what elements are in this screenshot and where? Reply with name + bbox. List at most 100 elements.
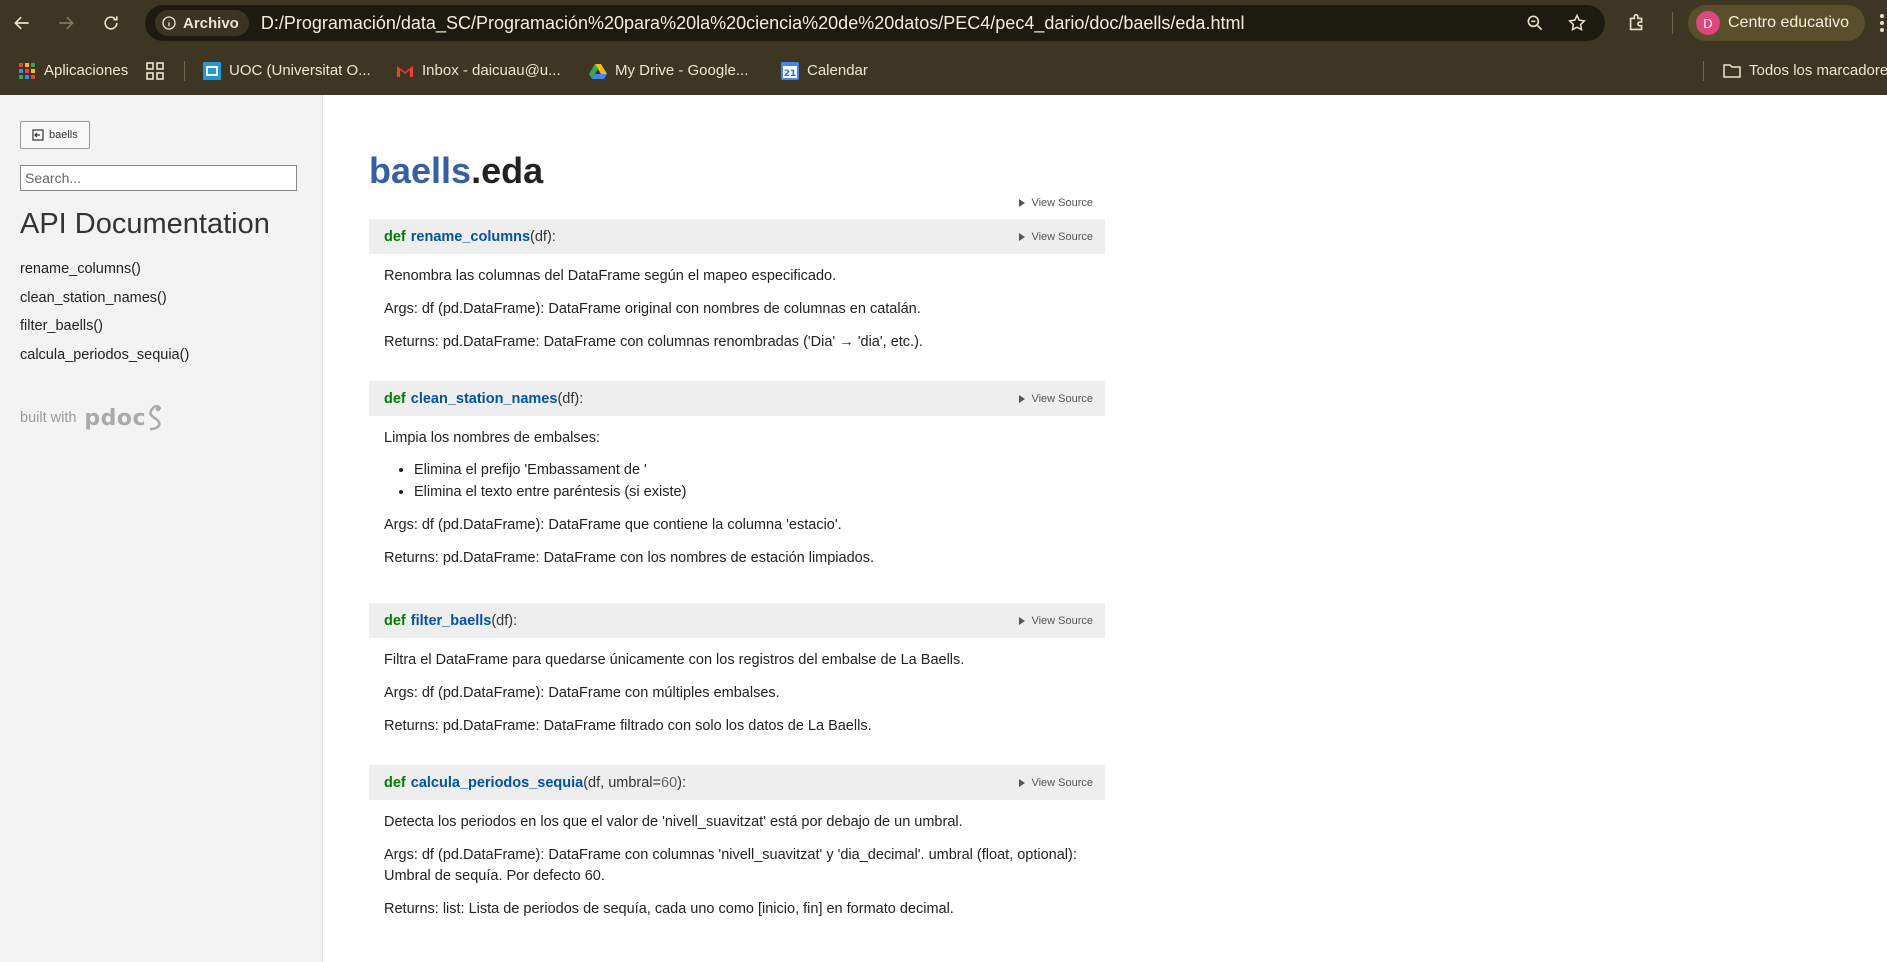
- docstring-returns: Returns: pd.DataFrame: DataFrame filtrad…: [384, 718, 872, 734]
- all-bookmarks-button[interactable]: Todos los marcadores: [1723, 46, 1887, 95]
- function-name[interactable]: calcula_periodos_sequia: [411, 775, 583, 791]
- function-calcula-periodos-sequia: def calcula_periodos_sequia (df, umbral=…: [369, 765, 1105, 920]
- api-documentation-title: API Documentation: [20, 208, 270, 240]
- docstring: Limpia los nombres de embalses: Elimina …: [369, 428, 1105, 569]
- browser-toolbar: Archivo D:/Programación/data_SC/Programa…: [0, 0, 1887, 46]
- def-keyword: def: [384, 774, 406, 791]
- params-start: (df, umbral=: [583, 774, 661, 791]
- function-name[interactable]: rename_columns: [411, 229, 530, 245]
- pdoc-logo-text: pdoc: [84, 405, 147, 431]
- bookmark-label: My Drive - Google...: [615, 62, 749, 79]
- docstring-summary: Detecta los periodos en los que el valor…: [384, 814, 963, 830]
- docstring-args: Args: df (pd.DataFrame): DataFrame con c…: [384, 847, 1077, 884]
- pdoc-logo[interactable]: pdoc: [84, 403, 166, 433]
- view-source-label: View Source: [1031, 615, 1093, 627]
- api-function-list: rename_columns() clean_station_names() f…: [20, 261, 189, 375]
- function-name[interactable]: filter_baells: [411, 613, 492, 629]
- function-rename-columns: def rename_columns (df): View Source Ren…: [369, 219, 1105, 353]
- sidebar-item-filter-baells[interactable]: filter_baells(): [20, 318, 189, 347]
- function-signature: def clean_station_names (df): View Sourc…: [369, 381, 1105, 416]
- bookmarks-bar: Aplicaciones UOC (Universitat O... Inbox…: [0, 46, 1887, 95]
- function-signature: def rename_columns (df): View Source: [369, 219, 1105, 254]
- function-filter-baells: def filter_baells (df): View Source Filt…: [369, 603, 1105, 737]
- pdoc-snake-icon: [149, 404, 162, 431]
- docstring-args: Args: df (pd.DataFrame): DataFrame que c…: [384, 517, 842, 533]
- bookmark-drive[interactable]: My Drive - Google...: [589, 46, 748, 95]
- bookmark-label: Calendar: [807, 62, 868, 79]
- uoc-icon: [203, 61, 221, 80]
- arrow-right-icon: [59, 16, 74, 30]
- view-source-toggle[interactable]: View Source: [1019, 777, 1093, 789]
- docstring: Filtra el DataFrame para quedarse únicam…: [369, 650, 1105, 737]
- triangle-right-icon: [1019, 395, 1026, 403]
- built-with-label: built with: [20, 410, 77, 426]
- def-keyword: def: [384, 390, 406, 407]
- function-clean-station-names: def clean_station_names (df): View Sourc…: [369, 381, 1105, 569]
- extensions-button[interactable]: [1622, 8, 1652, 38]
- reload-button[interactable]: [91, 3, 131, 43]
- function-params: (df):: [530, 228, 556, 245]
- def-keyword: def: [384, 228, 406, 245]
- site-info-chip[interactable]: Archivo: [155, 10, 249, 36]
- forward-button[interactable]: [46, 3, 86, 43]
- back-button[interactable]: [2, 3, 42, 43]
- def-keyword: def: [384, 612, 406, 629]
- module-view-source-toggle[interactable]: View Source: [1019, 197, 1093, 209]
- tab-grid-icon: [146, 61, 164, 80]
- list-item: Elimina el prefijo 'Embassament de ': [414, 459, 1095, 481]
- function-params: (df):: [557, 390, 584, 407]
- function-params: (df, umbral=60):: [583, 775, 686, 791]
- view-source-toggle[interactable]: View Source: [1019, 231, 1093, 243]
- tab-groups-button[interactable]: [146, 46, 164, 95]
- site-info-label: Archivo: [183, 14, 239, 32]
- bookmark-label: UOC (Universitat O...: [229, 62, 371, 79]
- docstring-returns: Returns: pd.DataFrame: DataFrame con los…: [384, 550, 874, 566]
- avatar: D: [1696, 11, 1720, 35]
- view-source-label: View Source: [1031, 393, 1093, 405]
- docstring-summary: Limpia los nombres de embalses:: [384, 430, 600, 446]
- zoom-icon[interactable]: [1525, 13, 1545, 33]
- bookmark-calendar[interactable]: 21 Calendar: [781, 46, 868, 95]
- triangle-right-icon: [1019, 233, 1026, 241]
- folder-icon: [1723, 62, 1741, 80]
- sidebar-item-rename-columns[interactable]: rename_columns(): [20, 261, 189, 290]
- sidebar-item-clean-station-names[interactable]: clean_station_names(): [20, 290, 189, 319]
- drive-icon: [589, 62, 607, 80]
- address-bar[interactable]: Archivo D:/Programación/data_SC/Programa…: [145, 5, 1605, 41]
- bookmark-uoc[interactable]: UOC (Universitat O...: [203, 46, 371, 95]
- view-source-label: View Source: [1031, 777, 1093, 789]
- toolbar-divider: [1672, 12, 1673, 34]
- calendar-icon: 21: [781, 61, 799, 80]
- docstring-bullets: Elimina el prefijo 'Embassament de ' Eli…: [414, 459, 1095, 503]
- menu-button[interactable]: [1872, 8, 1887, 38]
- docstring-returns: Returns: list: Lista de periodos de sequ…: [384, 901, 954, 917]
- sidebar: baells API Documentation rename_columns(…: [0, 95, 323, 962]
- triangle-right-icon: [1019, 617, 1026, 625]
- bookmark-label: Aplicaciones: [44, 62, 129, 79]
- bookmark-apps[interactable]: Aplicaciones: [18, 46, 128, 95]
- bookmark-inbox[interactable]: Inbox - daicuau@u...: [396, 46, 561, 95]
- reload-icon: [104, 16, 118, 30]
- module-back-icon: [32, 129, 44, 141]
- sidebar-item-calcula-periodos-sequia[interactable]: calcula_periodos_sequia(): [20, 347, 189, 376]
- arrow-left-icon: [14, 16, 29, 30]
- bookmarks-divider: [184, 61, 185, 81]
- function-name[interactable]: clean_station_names: [411, 391, 558, 407]
- docstring: Renombra las columnas del DataFrame segú…: [369, 266, 1105, 353]
- url-text[interactable]: D:/Programación/data_SC/Programación%20p…: [261, 13, 1245, 34]
- docstring-args: Args: df (pd.DataFrame): DataFrame origi…: [384, 301, 921, 317]
- view-source-toggle[interactable]: View Source: [1019, 393, 1093, 405]
- bookmark-star-icon[interactable]: [1567, 13, 1587, 33]
- info-icon: [162, 16, 176, 30]
- params-end: ):: [677, 774, 686, 791]
- view-source-toggle[interactable]: View Source: [1019, 615, 1093, 627]
- bookmark-label: Todos los marcadores: [1749, 62, 1887, 79]
- gmail-icon: [396, 62, 414, 80]
- parent-module-label: baells: [49, 129, 78, 141]
- profile-button[interactable]: D Centro educativo: [1688, 5, 1865, 41]
- function-signature: def filter_baells (df): View Source: [369, 603, 1105, 638]
- package-link[interactable]: baells: [369, 150, 471, 191]
- docstring-summary: Filtra el DataFrame para quedarse únicam…: [384, 652, 965, 668]
- parent-module-button[interactable]: baells: [20, 121, 90, 149]
- search-input[interactable]: [20, 165, 297, 191]
